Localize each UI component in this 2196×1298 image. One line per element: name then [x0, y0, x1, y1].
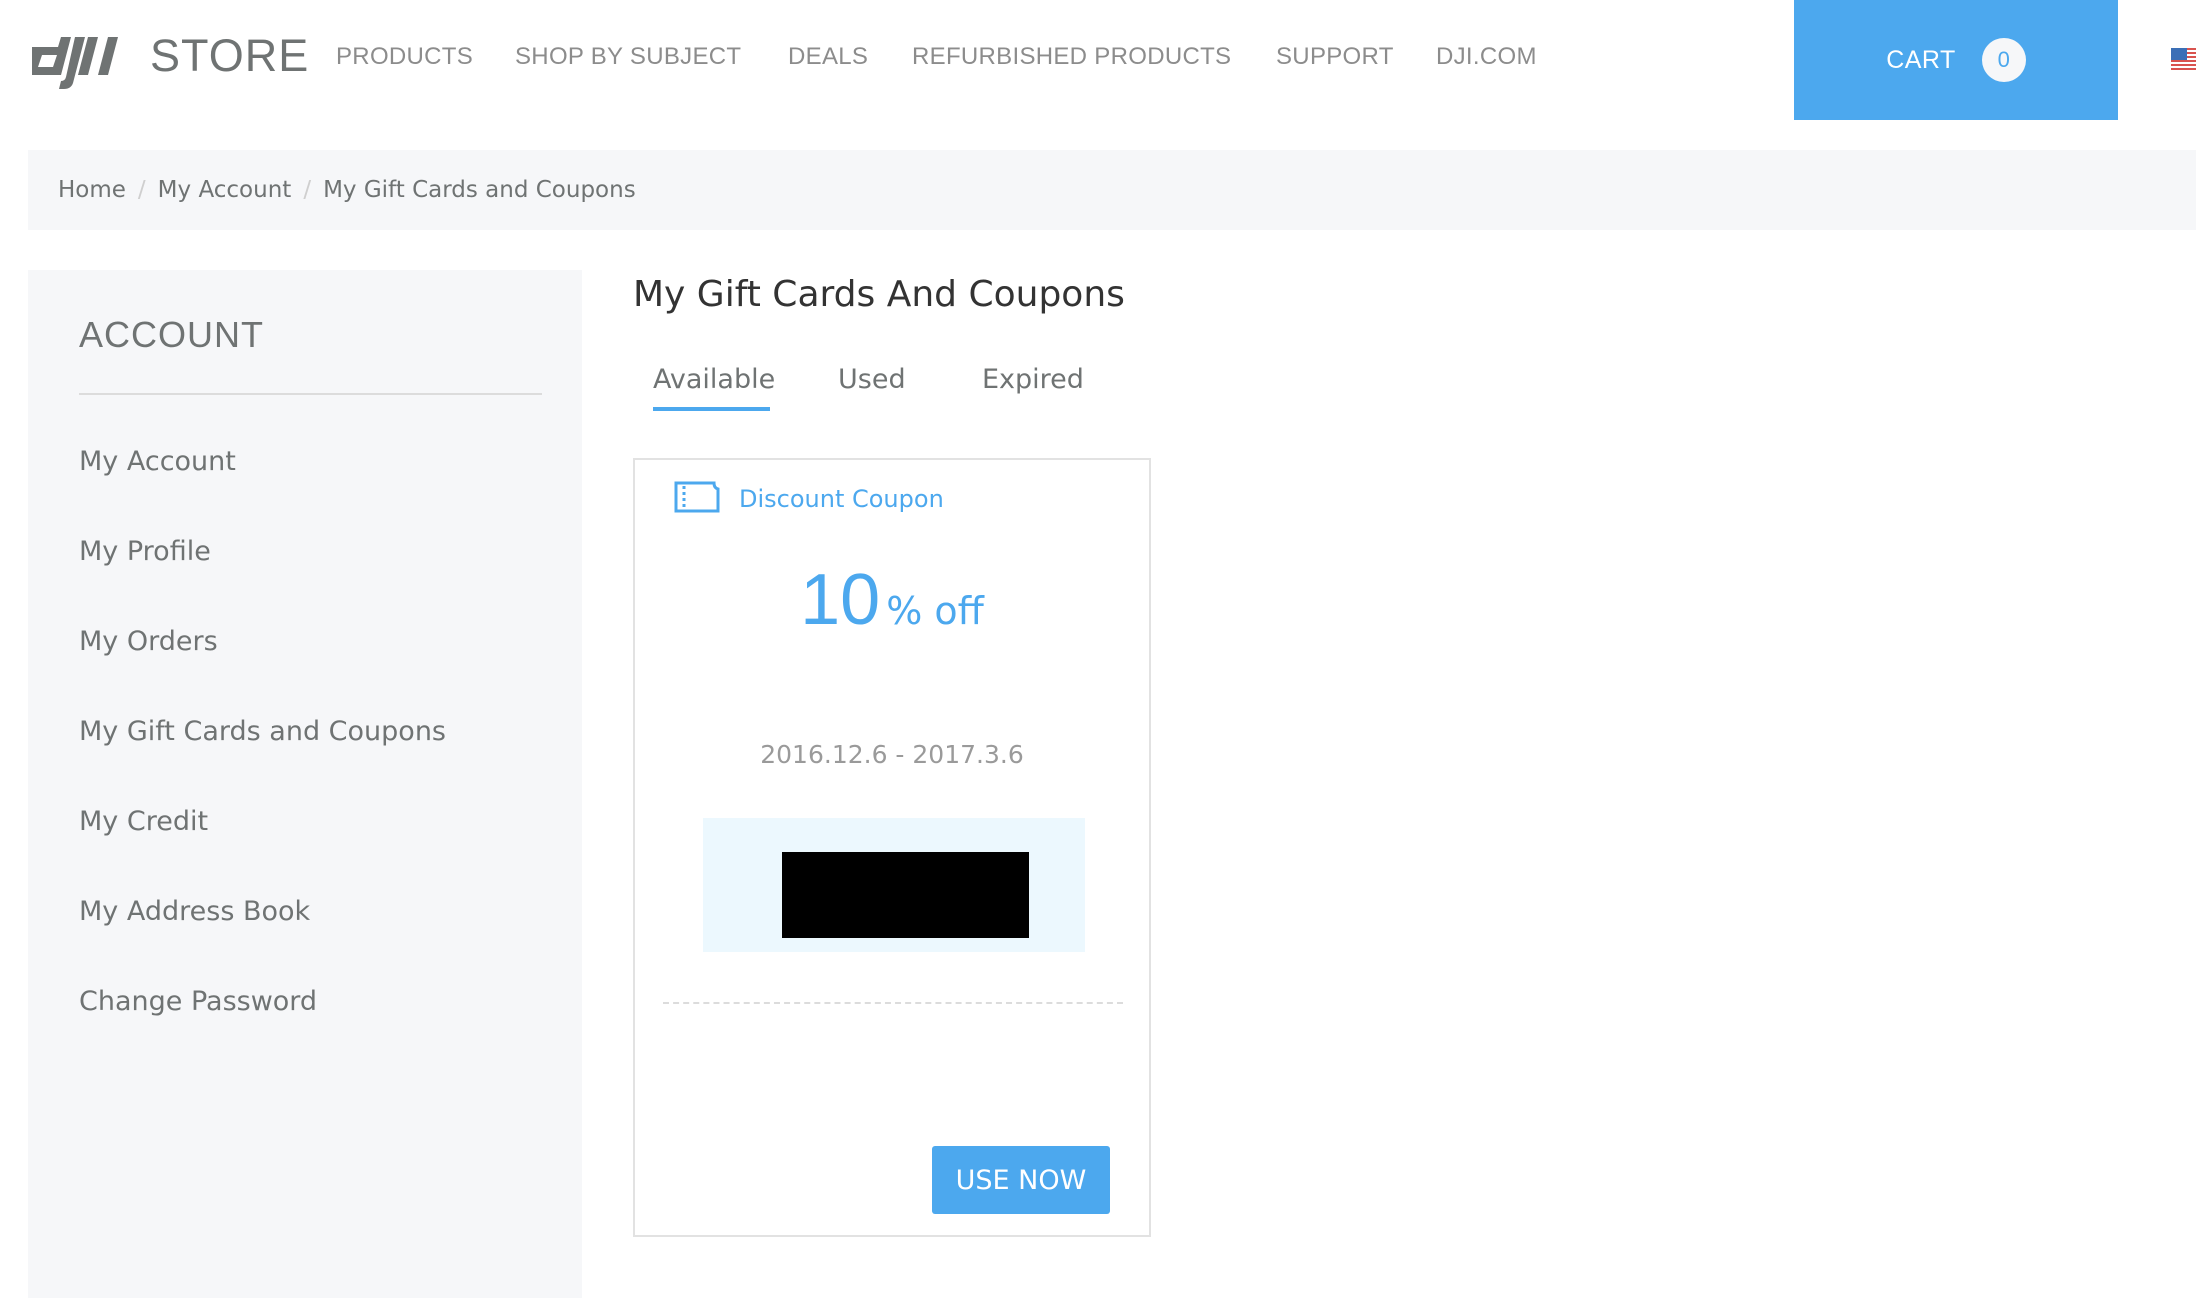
- sidebar-item-address-book[interactable]: My Address Book: [79, 895, 310, 929]
- sidebar-divider: [79, 393, 542, 395]
- ticket-icon: [674, 481, 720, 513]
- store-wordmark: STORE: [150, 30, 310, 81]
- discount-unit: % off: [886, 589, 984, 633]
- breadcrumb-separator: /: [303, 177, 312, 203]
- cart-button[interactable]: CART 0: [1794, 0, 2118, 120]
- nav-deals[interactable]: DEALS: [788, 42, 868, 72]
- discount-value: 10% off: [635, 560, 1149, 659]
- sidebar-item-my-account[interactable]: My Account: [79, 445, 236, 479]
- active-tab-indicator: [653, 407, 770, 411]
- use-now-button[interactable]: USE NOW: [932, 1146, 1110, 1214]
- breadcrumb-separator: /: [137, 177, 146, 203]
- cart-label: CART: [1886, 45, 1956, 74]
- nav-shop-by-subject[interactable]: SHOP BY SUBJECT: [515, 42, 741, 72]
- nav-dji-com[interactable]: DJI.COM: [1436, 42, 1537, 72]
- coupon-type: Discount Coupon: [739, 485, 944, 513]
- coupon-card: Discount Coupon 10% off 2016.12.6 - 2017…: [633, 458, 1151, 1237]
- tab-used[interactable]: Used: [838, 360, 906, 400]
- sidebar-item-gift-cards-coupons[interactable]: My Gift Cards and Coupons: [79, 715, 446, 749]
- nav-products[interactable]: PRODUCTS: [336, 42, 473, 72]
- breadcrumb-my-account[interactable]: My Account: [158, 177, 292, 203]
- tab-expired[interactable]: Expired: [982, 360, 1084, 400]
- sidebar-item-my-profile[interactable]: My Profile: [79, 535, 211, 569]
- validity-period: 2016.12.6 - 2017.3.6: [760, 740, 1024, 769]
- breadcrumb-home[interactable]: Home: [58, 177, 126, 203]
- breadcrumb-current: My Gift Cards and Coupons: [323, 177, 636, 203]
- page-title: My Gift Cards And Coupons: [633, 274, 1125, 315]
- sidebar-item-my-credit[interactable]: My Credit: [79, 805, 208, 839]
- cart-count-badge: 0: [1981, 38, 2026, 82]
- tab-available[interactable]: Available: [653, 360, 775, 400]
- coupon-code-redacted: [782, 852, 1029, 938]
- breadcrumb: Home / My Account / My Gift Cards and Co…: [28, 150, 2196, 230]
- dji-logo-icon: [32, 37, 118, 89]
- discount-amount: 10: [800, 560, 881, 640]
- account-sidebar: ACCOUNT My Account My Profile My Orders …: [28, 270, 582, 1298]
- nav-support[interactable]: SUPPORT: [1276, 42, 1394, 72]
- nav-refurbished-products[interactable]: REFURBISHED PRODUCTS: [912, 42, 1231, 72]
- sidebar-title: ACCOUNT: [79, 314, 264, 355]
- dji-logo[interactable]: [28, 30, 128, 90]
- sidebar-item-my-orders[interactable]: My Orders: [79, 625, 218, 659]
- sidebar-item-change-password[interactable]: Change Password: [79, 985, 317, 1019]
- dashed-divider: [663, 1002, 1123, 1004]
- us-flag-icon[interactable]: [2171, 48, 2196, 70]
- coupon-code-box: [703, 818, 1085, 952]
